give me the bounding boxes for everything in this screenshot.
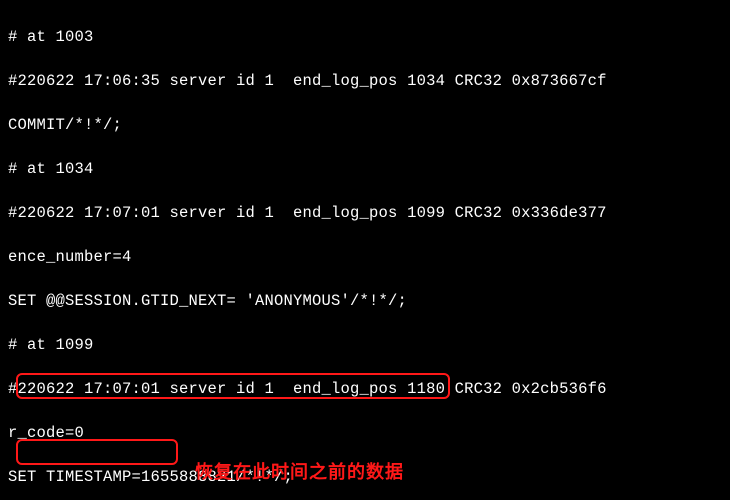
log-line: #220622 17:07:01 server id 1 end_log_pos…	[8, 378, 722, 400]
annotation-text: 恢复在此时间之前的数据	[195, 461, 404, 483]
log-line: # at 1034	[8, 158, 722, 180]
log-line: #220622 17:06:35 server id 1 end_log_pos…	[8, 70, 722, 92]
log-line: r_code=0	[8, 422, 722, 444]
log-line: #220622 17:07:01 server id 1 end_log_pos…	[8, 202, 722, 224]
log-line: SET @@SESSION.GTID_NEXT= 'ANONYMOUS'/*!*…	[8, 290, 722, 312]
log-line: # at 1099	[8, 334, 722, 356]
log-line: COMMIT/*!*/;	[8, 114, 722, 136]
terminal-output: # at 1003 #220622 17:06:35 server id 1 e…	[0, 0, 730, 500]
log-line: ence_number=4	[8, 246, 722, 268]
log-line: # at 1003	[8, 26, 722, 48]
